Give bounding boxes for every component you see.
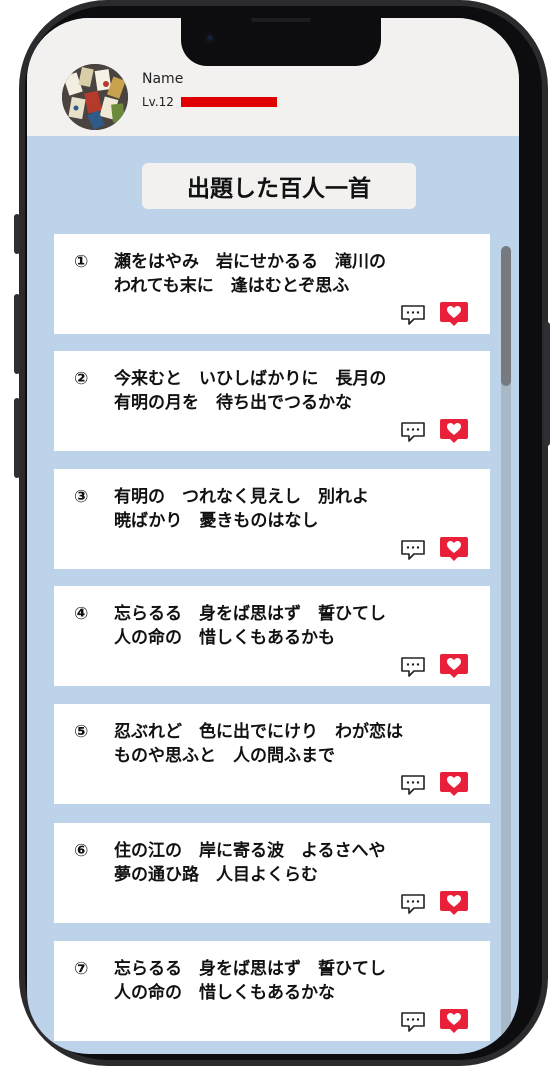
- karuta-cards-image: [62, 64, 128, 130]
- poem-card[interactable]: ⑤ 忍ぶれど 色に出でにけり わが恋は ものや思ふと 人の問ふまで: [54, 704, 490, 804]
- poem-number: ④: [74, 604, 89, 624]
- comment-button[interactable]: [400, 1011, 426, 1033]
- comment-icon: [401, 1012, 425, 1032]
- heart-icon: [440, 654, 468, 678]
- avatar[interactable]: [62, 64, 128, 130]
- poem-line-1: 忍ぶれど 色に出でにけり わが恋は: [114, 722, 403, 742]
- power-button: [544, 322, 550, 446]
- like-button[interactable]: [439, 771, 469, 797]
- front-camera: [204, 32, 216, 44]
- heart-icon: [440, 1009, 468, 1033]
- poem-line-1: 忘らるる 身をば思はず 誓ひてし: [114, 604, 386, 624]
- poem-number: ②: [74, 369, 89, 389]
- profile-header: Name Lv.12: [27, 18, 519, 136]
- poem-text: 忘らるる 身をば思はず 誓ひてし 人の命の 惜しくもあるかな: [114, 957, 386, 1005]
- notch: [181, 18, 381, 66]
- poem-text: 忘らるる 身をば思はず 誓ひてし 人の命の 惜しくもあるかも: [114, 602, 386, 650]
- comment-button[interactable]: [400, 893, 426, 915]
- poem-number: ③: [74, 487, 89, 507]
- poem-number: ⑥: [74, 841, 89, 861]
- volume-down-button: [14, 398, 20, 478]
- heart-icon: [440, 891, 468, 915]
- comment-button[interactable]: [400, 656, 426, 678]
- volume-up-button: [14, 294, 20, 374]
- poem-card[interactable]: ③ 有明の つれなく見えし 別れよ 暁ばかり 憂きものはなし: [54, 469, 490, 569]
- poem-line-1: 有明の つれなく見えし 別れよ: [114, 487, 369, 507]
- heart-icon: [440, 302, 468, 326]
- like-button[interactable]: [439, 1008, 469, 1034]
- comment-button[interactable]: [400, 539, 426, 561]
- poem-number: ①: [74, 252, 89, 272]
- user-level: Lv.12: [142, 95, 174, 109]
- poem-line-1: 瀬をはやみ 岩にせかるる 滝川の: [114, 252, 386, 272]
- silent-switch: [14, 214, 20, 254]
- heart-icon: [440, 419, 468, 443]
- poem-card[interactable]: ④ 忘らるる 身をば思はず 誓ひてし 人の命の 惜しくもあるかも: [54, 586, 490, 686]
- app-screen: Name Lv.12 出題した百人一首 ① 瀬をはやみ 岩にせかるる 滝川の わ…: [27, 18, 519, 1054]
- poem-line-2: 人の命の 惜しくもあるかも: [114, 628, 335, 648]
- comment-button[interactable]: [400, 421, 426, 443]
- poem-text: 今来むと いひしばかりに 長月の 有明の月を 待ち出でつるかな: [114, 367, 386, 415]
- poem-line-1: 今来むと いひしばかりに 長月の: [114, 369, 387, 389]
- poem-line-2: 有明の月を 待ち出でつるかな: [114, 393, 352, 413]
- poem-line-1: 住の江の 岸に寄る波 よるさへや: [114, 841, 386, 861]
- poem-card[interactable]: ② 今来むと いひしばかりに 長月の 有明の月を 待ち出でつるかな: [54, 351, 490, 451]
- poem-number: ⑦: [74, 959, 89, 979]
- like-button[interactable]: [439, 890, 469, 916]
- scrollbar-thumb[interactable]: [501, 246, 511, 386]
- poem-line-2: 夢の通ひ路 人目よくらむ: [114, 865, 318, 885]
- comment-icon: [401, 775, 425, 795]
- comment-icon: [401, 894, 425, 914]
- level-progress-bar: [181, 97, 277, 107]
- heart-icon: [440, 772, 468, 796]
- poem-line-2: われても末に 逢はむとぞ思ふ: [114, 276, 350, 296]
- comment-icon: [401, 422, 425, 442]
- comment-icon: [401, 657, 425, 677]
- poem-text: 瀬をはやみ 岩にせかるる 滝川の われても末に 逢はむとぞ思ふ: [114, 250, 386, 298]
- comment-button[interactable]: [400, 774, 426, 796]
- poem-line-2: 暁ばかり 憂きものはなし: [114, 511, 319, 531]
- poem-line-2: ものや思ふと 人の問ふまで: [114, 746, 335, 766]
- speaker: [251, 18, 311, 22]
- heart-icon: [440, 537, 468, 561]
- like-button[interactable]: [439, 301, 469, 327]
- poem-number: ⑤: [74, 722, 89, 742]
- like-button[interactable]: [439, 418, 469, 444]
- comment-button[interactable]: [400, 304, 426, 326]
- poem-text: 住の江の 岸に寄る波 よるさへや 夢の通ひ路 人目よくらむ: [114, 839, 386, 887]
- poem-text: 有明の つれなく見えし 別れよ 暁ばかり 憂きものはなし: [114, 485, 369, 533]
- comment-icon: [401, 305, 425, 325]
- user-name: Name: [142, 71, 184, 87]
- like-button[interactable]: [439, 536, 469, 562]
- comment-icon: [401, 540, 425, 560]
- like-button[interactable]: [439, 653, 469, 679]
- poem-line-2: 人の命の 惜しくもあるかな: [114, 983, 335, 1003]
- page-title: 出題した百人一首: [142, 163, 416, 209]
- poem-card[interactable]: ⑥ 住の江の 岸に寄る波 よるさへや 夢の通ひ路 人目よくらむ: [54, 823, 490, 923]
- poem-text: 忍ぶれど 色に出でにけり わが恋は ものや思ふと 人の問ふまで: [114, 720, 403, 768]
- poem-card[interactable]: ⑦ 忘らるる 身をば思はず 誓ひてし 人の命の 惜しくもあるかな: [54, 941, 490, 1041]
- poem-line-1: 忘らるる 身をば思はず 誓ひてし: [114, 959, 386, 979]
- poem-card[interactable]: ① 瀬をはやみ 岩にせかるる 滝川の われても末に 逢はむとぞ思ふ: [54, 234, 490, 334]
